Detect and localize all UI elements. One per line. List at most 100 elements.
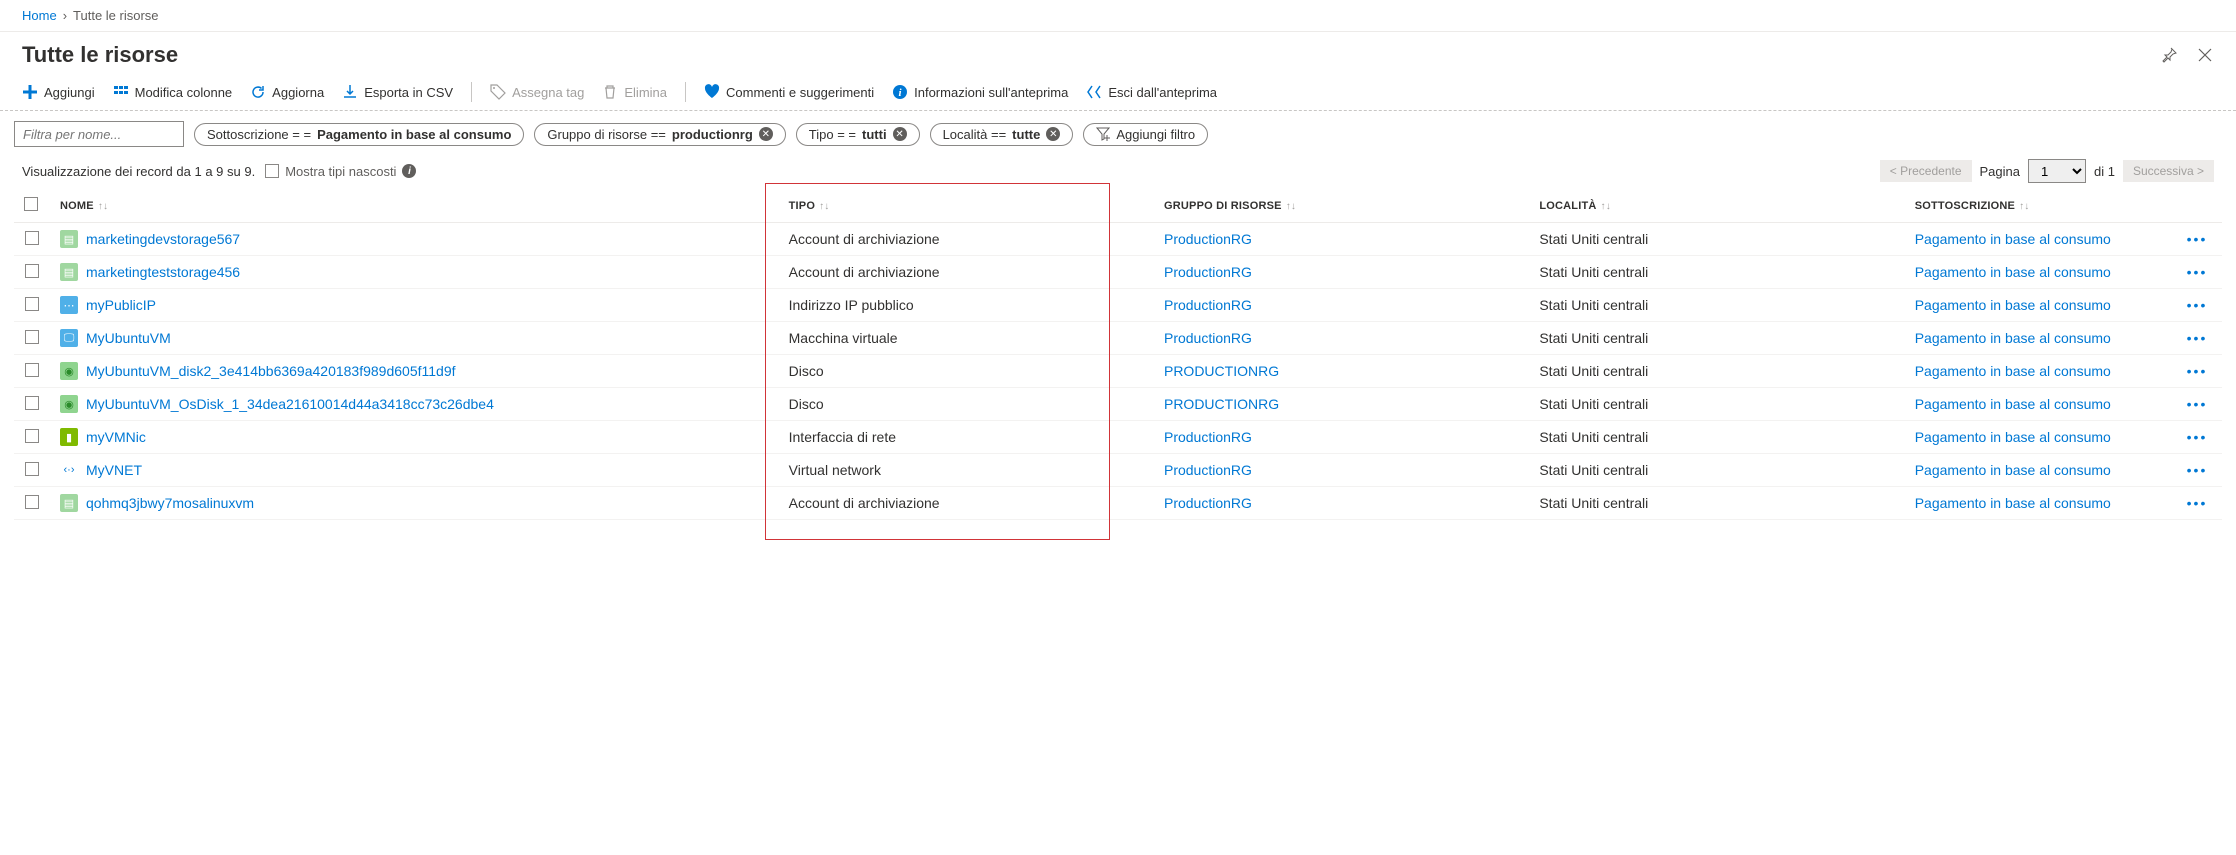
table-row[interactable]: ⋯myPublicIPIndirizzo IP pubblicoProducti… [14, 289, 2222, 322]
refresh-label: Aggiorna [272, 85, 324, 100]
cell-type: Interfaccia di rete [779, 421, 1154, 454]
cell-type: Account di archiviazione [779, 256, 1154, 289]
column-header-rg[interactable]: Gruppo di risorse↑↓ [1154, 189, 1529, 223]
remove-filter-icon[interactable]: ✕ [1046, 127, 1060, 141]
row-checkbox[interactable] [14, 487, 50, 520]
cell-location: Stati Uniti centrali [1529, 454, 1904, 487]
filter-pill-resource-group[interactable]: Gruppo di risorse == productionrg ✕ [534, 123, 785, 146]
resource-name-link[interactable]: marketingteststorage456 [86, 264, 240, 280]
row-more-actions[interactable]: ••• [2172, 421, 2222, 454]
remove-filter-icon[interactable]: ✕ [893, 127, 907, 141]
row-more-actions[interactable]: ••• [2172, 256, 2222, 289]
resource-name-link[interactable]: MyUbuntuVM_disk2_3e414bb6369a420183f989d… [86, 363, 456, 379]
resource-group-link[interactable]: ProductionRG [1164, 231, 1252, 247]
row-checkbox[interactable] [14, 256, 50, 289]
resource-name-link[interactable]: myPublicIP [86, 297, 156, 313]
resource-group-link[interactable]: ProductionRG [1164, 429, 1252, 445]
row-checkbox[interactable] [14, 289, 50, 322]
subscription-link[interactable]: Pagamento in base al consumo [1915, 231, 2111, 247]
resource-type-icon: ⋯ [60, 296, 78, 314]
preview-info-button[interactable]: i Informazioni sull'anteprima [892, 84, 1068, 100]
add-button[interactable]: Aggiungi [22, 84, 95, 100]
row-checkbox[interactable] [14, 454, 50, 487]
remove-filter-icon[interactable]: ✕ [759, 127, 773, 141]
resource-group-link[interactable]: ProductionRG [1164, 297, 1252, 313]
subscription-link[interactable]: Pagamento in base al consumo [1915, 264, 2111, 280]
subscription-link[interactable]: Pagamento in base al consumo [1915, 495, 2111, 511]
table-row[interactable]: ▮myVMNicInterfaccia di reteProductionRGS… [14, 421, 2222, 454]
cell-location: Stati Uniti centrali [1529, 388, 1904, 421]
filter-pill-location[interactable]: Località == tutte ✕ [930, 123, 1074, 146]
feedback-label: Commenti e suggerimenti [726, 85, 874, 100]
table-row[interactable]: ▤marketingdevstorage567Account di archiv… [14, 223, 2222, 256]
pin-icon[interactable] [2160, 46, 2178, 64]
subscription-link[interactable]: Pagamento in base al consumo [1915, 396, 2111, 412]
subscription-link[interactable]: Pagamento in base al consumo [1915, 429, 2111, 445]
resource-group-link[interactable]: ProductionRG [1164, 495, 1252, 511]
export-csv-button[interactable]: Esporta in CSV [342, 84, 453, 100]
show-hidden-types-checkbox[interactable]: Mostra tipi nascosti i [265, 164, 416, 179]
pager-prev-button[interactable]: < Precedente [1880, 160, 1972, 182]
info-icon[interactable]: i [402, 164, 416, 178]
edit-columns-button[interactable]: Modifica colonne [113, 84, 233, 100]
feedback-button[interactable]: Commenti e suggerimenti [704, 84, 874, 100]
column-header-type[interactable]: Tipo↑↓ [779, 189, 1154, 223]
filter-value: productionrg [672, 127, 753, 142]
sort-icon: ↑↓ [1601, 201, 1611, 212]
row-checkbox[interactable] [14, 322, 50, 355]
close-icon[interactable] [2196, 46, 2214, 64]
name-filter-input[interactable] [14, 121, 184, 147]
row-more-actions[interactable]: ••• [2172, 223, 2222, 256]
row-checkbox[interactable] [14, 388, 50, 421]
table-row[interactable]: ◉MyUbuntuVM_OsDisk_1_34dea21610014d44a34… [14, 388, 2222, 421]
resource-type-icon: ‹·› [60, 461, 78, 479]
resource-group-link[interactable]: PRODUCTIONRG [1164, 396, 1279, 412]
breadcrumb-current: Tutte le risorse [73, 8, 159, 23]
row-more-actions[interactable]: ••• [2172, 454, 2222, 487]
column-header-location[interactable]: Località↑↓ [1529, 189, 1904, 223]
row-more-actions[interactable]: ••• [2172, 322, 2222, 355]
resource-name-link[interactable]: qohmq3jbwy7mosalinuxvm [86, 495, 254, 511]
records-count-text: Visualizzazione dei record da 1 a 9 su 9… [22, 164, 255, 179]
row-more-actions[interactable]: ••• [2172, 289, 2222, 322]
refresh-button[interactable]: Aggiorna [250, 84, 324, 100]
subscription-link[interactable]: Pagamento in base al consumo [1915, 462, 2111, 478]
table-row[interactable]: ◉MyUbuntuVM_disk2_3e414bb6369a420183f989… [14, 355, 2222, 388]
row-more-actions[interactable]: ••• [2172, 388, 2222, 421]
row-checkbox[interactable] [14, 355, 50, 388]
pager-next-button[interactable]: Successiva > [2123, 160, 2214, 182]
row-more-actions[interactable]: ••• [2172, 487, 2222, 520]
row-more-actions[interactable]: ••• [2172, 355, 2222, 388]
filter-prefix: Località == [943, 127, 1007, 142]
resource-name-link[interactable]: MyUbuntuVM_OsDisk_1_34dea21610014d44a341… [86, 396, 494, 412]
subscription-link[interactable]: Pagamento in base al consumo [1915, 330, 2111, 346]
edit-columns-label: Modifica colonne [135, 85, 233, 100]
resource-type-icon: ▤ [60, 263, 78, 281]
subscription-link[interactable]: Pagamento in base al consumo [1915, 297, 2111, 313]
resource-name-link[interactable]: MyUbuntuVM [86, 330, 171, 346]
filter-pill-type[interactable]: Tipo = = tutti ✕ [796, 123, 920, 146]
add-filter-button[interactable]: Aggiungi filtro [1083, 123, 1208, 146]
subscription-link[interactable]: Pagamento in base al consumo [1915, 363, 2111, 379]
pager-page-select[interactable]: 1 [2028, 159, 2086, 183]
resource-group-link[interactable]: ProductionRG [1164, 264, 1252, 280]
column-header-name[interactable]: Nome↑↓ [50, 189, 779, 223]
resource-group-link[interactable]: ProductionRG [1164, 462, 1252, 478]
resource-name-link[interactable]: myVMNic [86, 429, 146, 445]
table-row[interactable]: 🖵MyUbuntuVMMacchina virtualeProductionRG… [14, 322, 2222, 355]
table-row[interactable]: ‹·›MyVNETVirtual networkProductionRGStat… [14, 454, 2222, 487]
select-all-checkbox[interactable] [14, 189, 50, 223]
resource-name-link[interactable]: marketingdevstorage567 [86, 231, 240, 247]
column-header-subscription[interactable]: Sottoscrizione↑↓ [1905, 189, 2172, 223]
table-row[interactable]: ▤ marketingteststorage456 Account di archi… [14, 256, 2222, 289]
exit-preview-button[interactable]: Esci dall'anteprima [1086, 84, 1217, 100]
resource-group-link[interactable]: PRODUCTIONRG [1164, 363, 1279, 379]
table-row[interactable]: ▤qohmq3jbwy7mosalinuxvmAccount di archiv… [14, 487, 2222, 520]
row-checkbox[interactable] [14, 223, 50, 256]
preview-info-label: Informazioni sull'anteprima [914, 85, 1068, 100]
filter-pill-subscription[interactable]: Sottoscrizione = = Pagamento in base al … [194, 123, 524, 146]
resource-group-link[interactable]: ProductionRG [1164, 330, 1252, 346]
breadcrumb-home[interactable]: Home [22, 8, 57, 23]
resource-name-link[interactable]: MyVNET [86, 462, 142, 478]
row-checkbox[interactable] [14, 421, 50, 454]
